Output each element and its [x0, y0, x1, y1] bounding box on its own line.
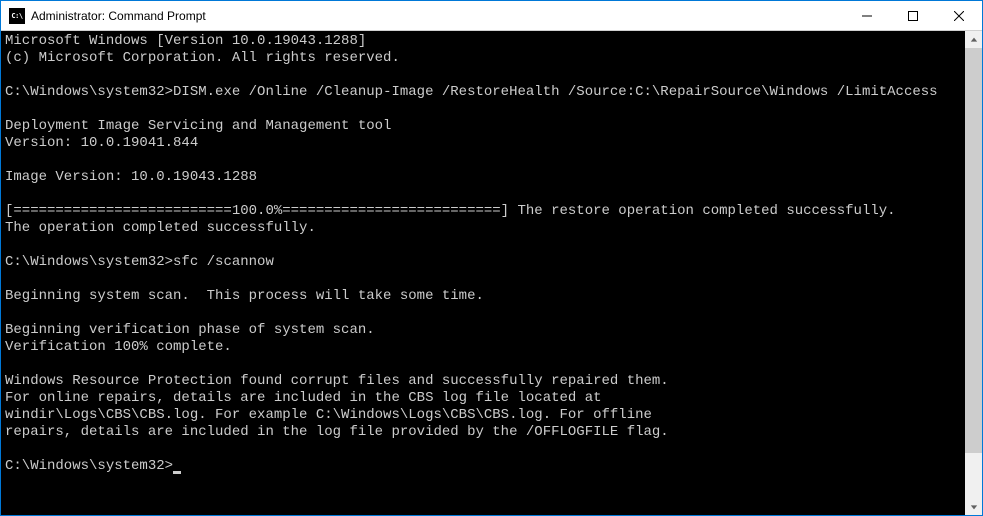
output-line	[5, 237, 961, 254]
output-line: repairs, details are included in the log…	[5, 424, 961, 441]
output-line	[5, 356, 961, 373]
progress-line: [==========================100.0%=======…	[5, 203, 961, 220]
app-icon: C:\	[9, 8, 25, 24]
cursor	[173, 471, 181, 474]
output-line: Version: 10.0.19041.844	[5, 135, 961, 152]
console-wrapper: Microsoft Windows [Version 10.0.19043.12…	[1, 31, 982, 515]
close-icon	[954, 11, 964, 21]
prompt-path: C:\Windows\system32>	[5, 84, 173, 100]
prompt-line: C:\Windows\system32>	[5, 458, 961, 475]
output-line: windir\Logs\CBS\CBS.log. For example C:\…	[5, 407, 961, 424]
output-line	[5, 186, 961, 203]
chevron-up-icon	[970, 36, 978, 44]
prompt-line: C:\Windows\system32>sfc /scannow	[5, 254, 961, 271]
output-line: Windows Resource Protection found corrup…	[5, 373, 961, 390]
maximize-button[interactable]	[890, 1, 936, 30]
output-line	[5, 67, 961, 84]
output-line	[5, 271, 961, 288]
prompt-command: sfc /scannow	[173, 254, 274, 270]
output-line: The operation completed successfully.	[5, 220, 961, 237]
output-line: (c) Microsoft Corporation. All rights re…	[5, 50, 961, 67]
scroll-up-button[interactable]	[965, 31, 982, 48]
prompt-line: C:\Windows\system32>DISM.exe /Online /Cl…	[5, 84, 961, 101]
prompt-path: C:\Windows\system32>	[5, 458, 173, 474]
chevron-down-icon	[970, 503, 978, 511]
console-output[interactable]: Microsoft Windows [Version 10.0.19043.12…	[1, 31, 965, 515]
titlebar: C:\ Administrator: Command Prompt	[1, 1, 982, 31]
output-line: Deployment Image Servicing and Managemen…	[5, 118, 961, 135]
close-button[interactable]	[936, 1, 982, 30]
output-line: Beginning system scan. This process will…	[5, 288, 961, 305]
scroll-down-button[interactable]	[965, 498, 982, 515]
window-controls	[844, 1, 982, 30]
output-line	[5, 441, 961, 458]
prompt-path: C:\Windows\system32>	[5, 254, 173, 270]
output-line	[5, 152, 961, 169]
prompt-command: DISM.exe /Online /Cleanup-Image /Restore…	[173, 84, 938, 100]
output-line: Verification 100% complete.	[5, 339, 961, 356]
output-line: Microsoft Windows [Version 10.0.19043.12…	[5, 33, 961, 50]
scrollbar-thumb[interactable]	[965, 48, 982, 453]
output-line	[5, 101, 961, 118]
output-line: Image Version: 10.0.19043.1288	[5, 169, 961, 186]
maximize-icon	[908, 11, 918, 21]
minimize-icon	[862, 11, 872, 21]
output-line	[5, 305, 961, 322]
minimize-button[interactable]	[844, 1, 890, 30]
scrollbar-track[interactable]	[965, 48, 982, 498]
output-line: For online repairs, details are included…	[5, 390, 961, 407]
vertical-scrollbar[interactable]	[965, 31, 982, 515]
window-title: Administrator: Command Prompt	[31, 9, 844, 23]
output-line: Beginning verification phase of system s…	[5, 322, 961, 339]
